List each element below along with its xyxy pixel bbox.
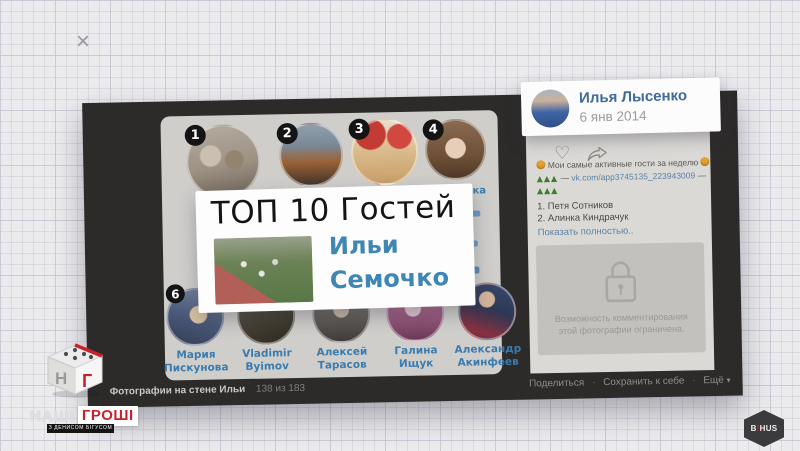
save-button[interactable]: Сохранить к себе (603, 376, 684, 389)
guest-last-name: Ищук (376, 357, 456, 372)
owner-name-line2: Семочко (329, 260, 449, 297)
comments-locked-text: Возможность комментирования этой фотогра… (546, 310, 696, 337)
guest-last-name: Акинфеев (448, 356, 528, 371)
share-button[interactable]: Поделиться (529, 377, 584, 389)
owner-name-line1: Ильи (328, 226, 448, 263)
guest-last-name: Тарасов (302, 358, 382, 373)
guest-last-name: Пискунова (156, 361, 236, 376)
top10-overlay-card: ТОП 10 Гостей Ильи Семочко (195, 183, 475, 313)
show-name-light: НАШІ (30, 408, 75, 425)
app-link[interactable]: vk.com/app3745135_223943009 (571, 170, 695, 182)
show-name-red: ГРОШІ (82, 407, 134, 424)
chevron-down-icon[interactable]: ▾ (726, 376, 730, 385)
bihus-rest: HUS (760, 424, 778, 433)
comments-locked-box: Возможность комментирования этой фотогра… (536, 242, 706, 355)
dash-text: — (697, 170, 706, 180)
show-logo: НАШІ ГРОШІ (30, 406, 138, 426)
guest-name-9: Галина Ищук (376, 344, 456, 372)
cube-letter-n: Н (55, 369, 67, 388)
separator-dot: · (692, 375, 696, 386)
guest-last-name: Byimov (227, 360, 307, 375)
vk-post-column: ♡ Мои самые активные гости за неделю ▲▲▲… (525, 108, 714, 373)
viewer-actions: Поделиться · Сохранить к себе · Ещё ▾ (529, 375, 731, 390)
post-guest-1: 1. Петя Сотников (537, 200, 613, 212)
guest-name-8: Алексей Тарасов (302, 345, 382, 373)
show-name-box: ГРОШІ (78, 406, 138, 426)
guest-name-10: Александр Акинфеев (448, 343, 528, 371)
guest-name-6: Мария Пискунова (156, 348, 236, 376)
viewer-caption: Фотографии на стене Ильи 138 из 183 (110, 383, 306, 398)
dash-text: — (560, 173, 569, 183)
top10-owner-name: Ильи Семочко (328, 226, 449, 297)
separator-dot: · (592, 377, 596, 388)
author-avatar[interactable] (531, 89, 570, 128)
more-button[interactable]: Ещё (703, 375, 724, 386)
post-trees-line: ▲▲▲ (537, 185, 559, 195)
smiley-emoji-icon (536, 160, 545, 169)
smiley-emoji-icon (701, 157, 710, 166)
lock-icon (598, 255, 643, 306)
show-more-link[interactable]: Показать полностью.. (538, 226, 634, 239)
post-intro-text: Мои самые активные гости за неделю (548, 157, 699, 170)
tree-emoji-icons: ▲▲▲ (537, 174, 559, 183)
football-field-photo (214, 236, 314, 305)
screenshot-group: 1 2 3 4 Анастейка на 6 М (0, 0, 800, 451)
bihus-logo-text: B!HUS (751, 424, 778, 433)
post-link-line: ▲▲▲ — vk.com/app3745135_223943009 — (537, 170, 707, 183)
tree-emoji-icons: ▲▲▲ (537, 186, 559, 195)
nashi-groshi-cube-logo: Н Г (46, 342, 106, 398)
guest-name-7: Vladimir Byimov (227, 347, 307, 375)
post-intro-line: Мои самые активные гости за неделю (536, 157, 709, 170)
cube-letter-g: Г (82, 371, 92, 391)
show-subtitle: З ДЕНИСОМ БІГУСОМ (47, 424, 114, 433)
photo-counter: 138 из 183 (256, 383, 305, 395)
caption-title: Фотографии на стене Ильи (110, 384, 246, 398)
author-name-link[interactable]: Илья Лысенко (579, 87, 687, 107)
post-guest-2: 2. Алинка Киндрачук (537, 212, 628, 225)
author-card: Илья Лысенко 6 янв 2014 (521, 77, 721, 136)
post-date: 6 янв 2014 (579, 108, 646, 125)
top10-title: ТОП 10 Гостей (210, 189, 455, 232)
